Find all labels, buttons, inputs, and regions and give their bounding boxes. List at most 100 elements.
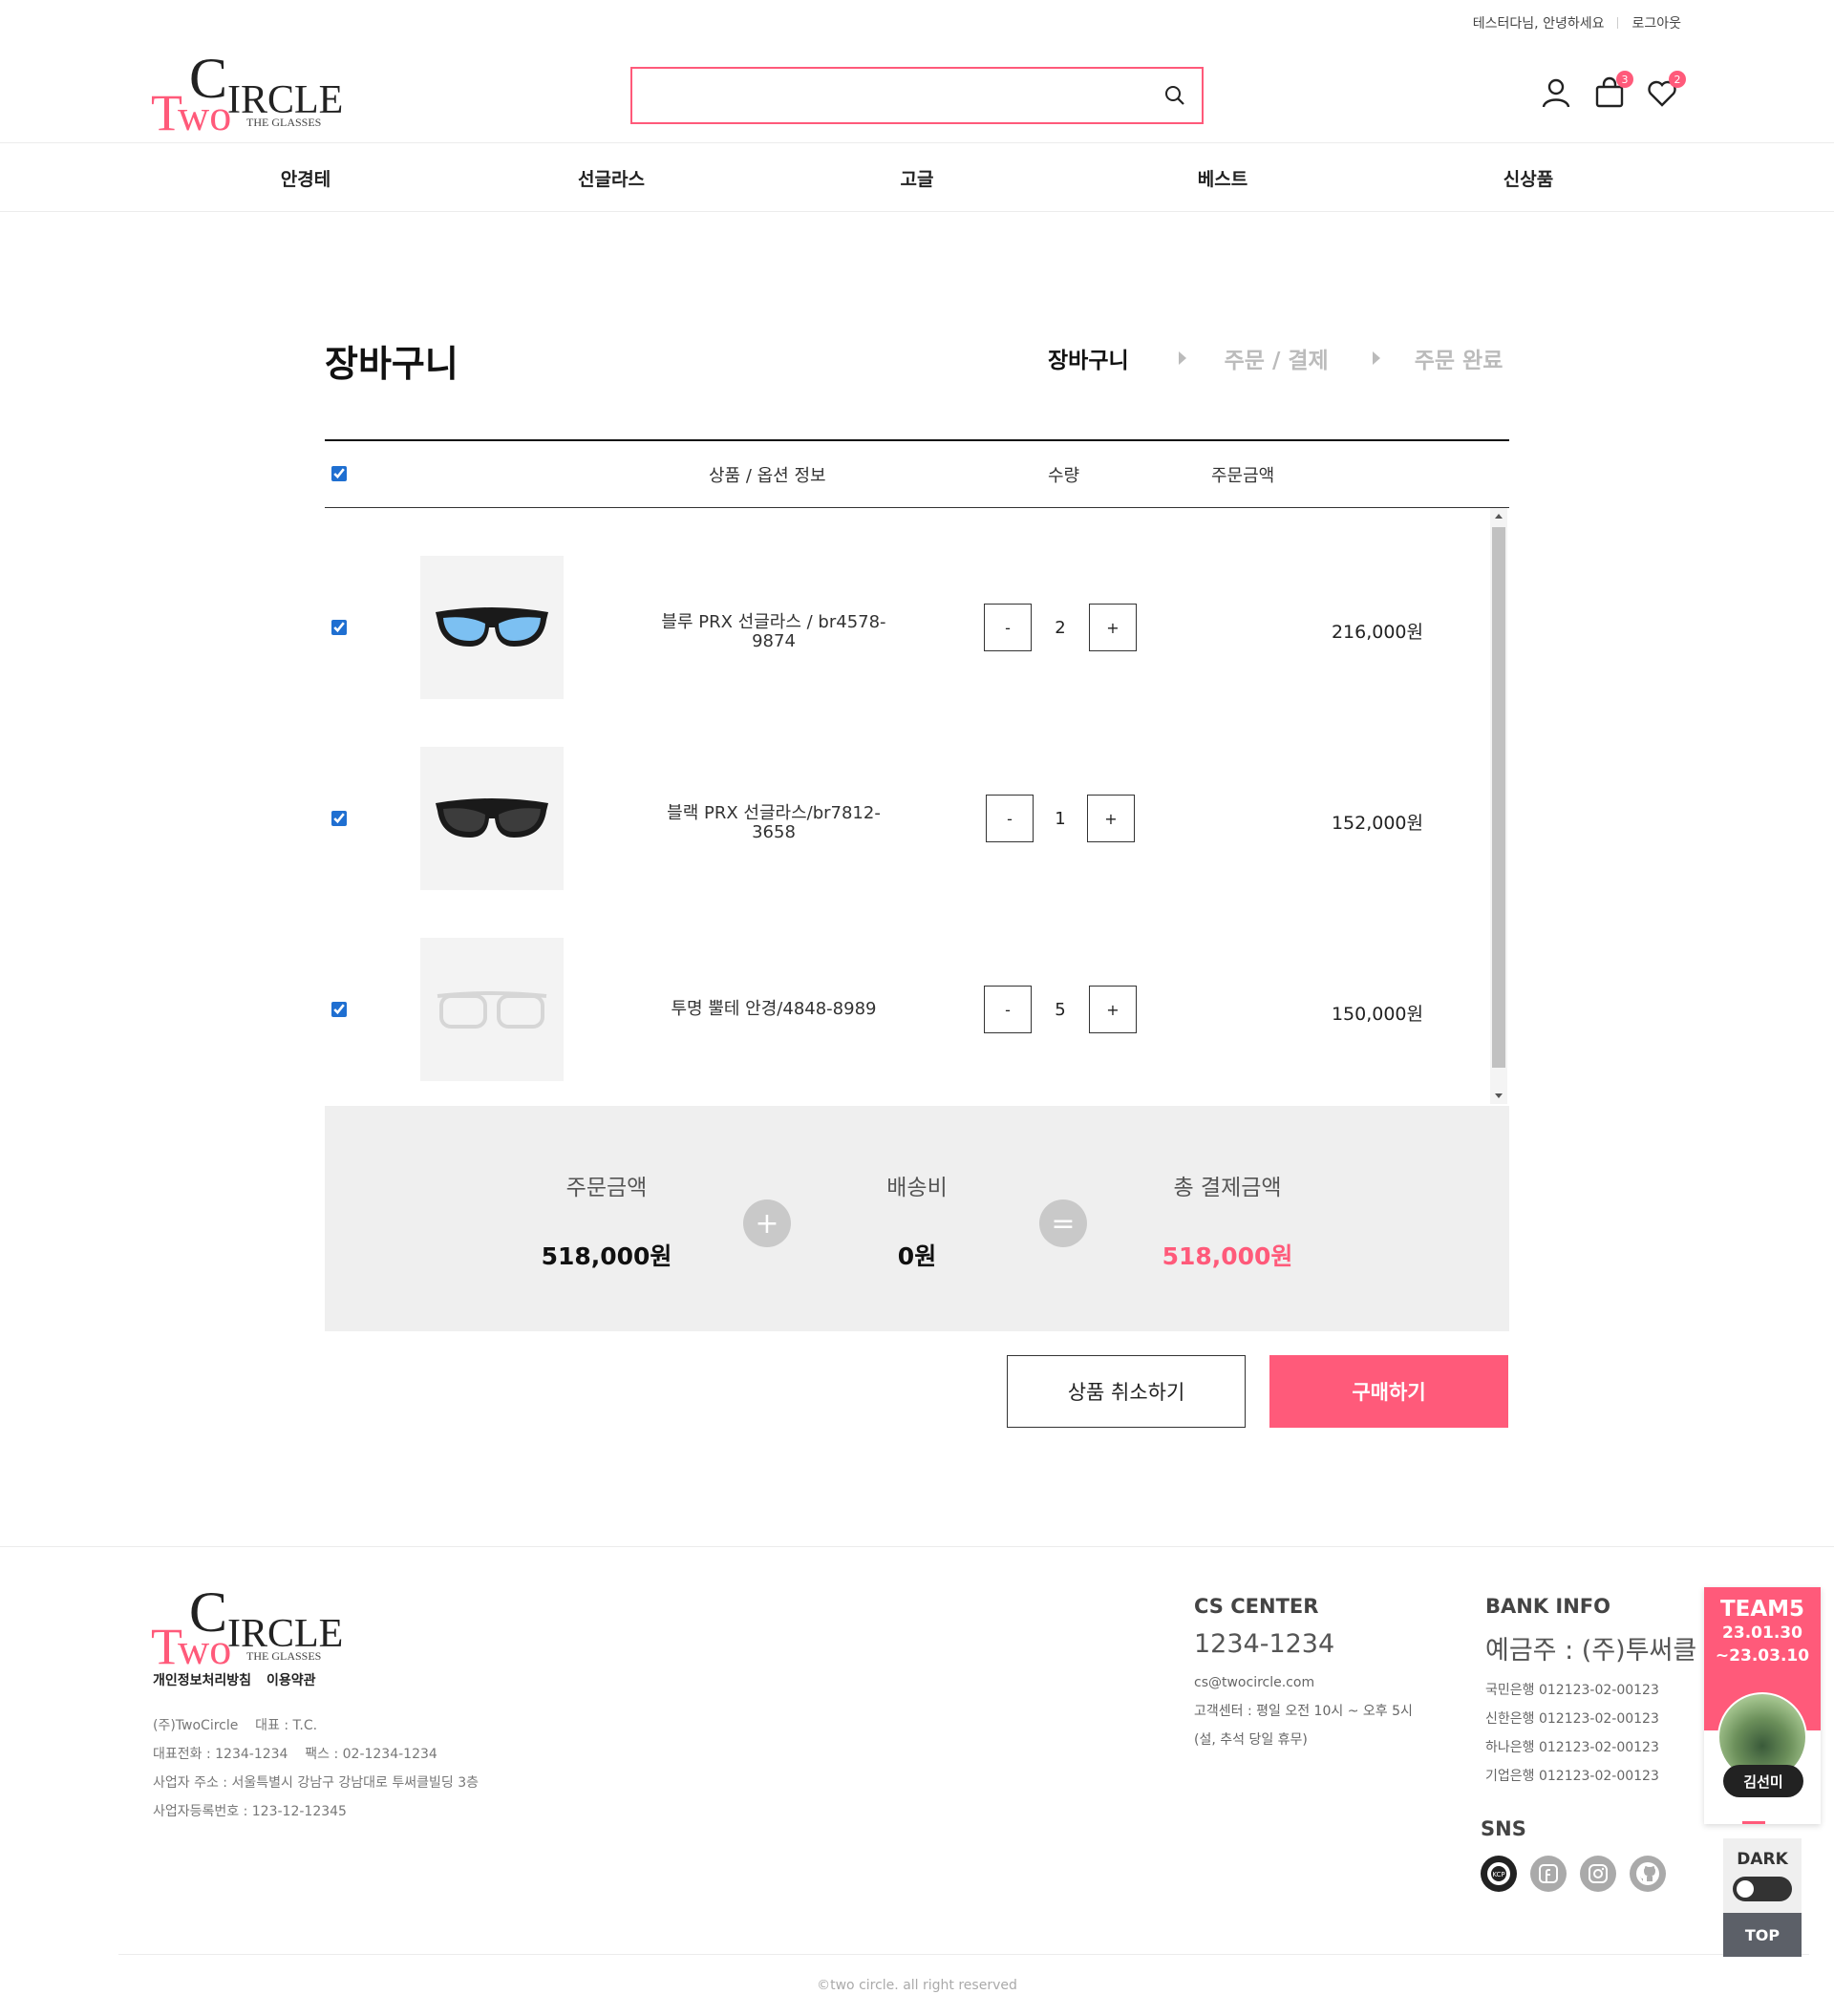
sns-links: KCP [1481, 1856, 1666, 1892]
product-name[interactable]: 블랙 PRX 선글라스/br7812-3658 [650, 804, 898, 842]
cs-center: CS CENTER 1234-1234 cs@twocircle.com 고객센… [1194, 1595, 1413, 1754]
footer-logo[interactable]: T wo C IRCLE THE GLASSES [151, 1591, 342, 1671]
item-checkbox[interactable] [331, 620, 347, 635]
company-line: (주)TwoCircle 대표 : T.C. [153, 1718, 318, 1733]
facebook-icon[interactable] [1530, 1856, 1567, 1892]
scroll-down-icon[interactable] [1495, 1093, 1503, 1098]
divider [1617, 17, 1619, 29]
bank-line: 국민은행 012123-02-00123 [1485, 1683, 1659, 1698]
step-cart: 장바구니 [1048, 349, 1129, 373]
svg-text:THE GLASSES: THE GLASSES [246, 116, 321, 129]
qty-increase-button[interactable]: + [1087, 795, 1135, 842]
logout-link[interactable]: 로그아웃 [1631, 13, 1681, 32]
dark-mode-toggle[interactable] [1733, 1877, 1792, 1901]
toggle-knob [1737, 1880, 1754, 1898]
nav-item-new[interactable]: 신상품 [1376, 143, 1681, 212]
step-arrow-icon [1372, 351, 1380, 365]
step-checkout: 주문 / 결제 [1224, 349, 1329, 373]
column-amount: 주문금액 [1211, 466, 1275, 486]
page-title: 장바구니 [325, 343, 458, 385]
team-date-end: ~23.03.10 [1715, 1646, 1810, 1666]
site-logo[interactable]: T wo C IRCLE THE GLASSES [151, 57, 342, 138]
shipping-block: 배송비 0원 [793, 1169, 1041, 1272]
terms-link[interactable]: 이용약관 [267, 1670, 316, 1689]
scroll-up-icon[interactable] [1495, 514, 1503, 519]
company-line: 사업자등록번호 : 123-12-12345 [153, 1804, 347, 1819]
svg-text:C: C [189, 1591, 227, 1644]
qty-decrease-button[interactable]: - [984, 604, 1032, 651]
privacy-policy-link[interactable]: 개인정보처리방침 [153, 1670, 251, 1689]
blue-sunglasses-icon [436, 607, 548, 647]
product-image[interactable] [420, 556, 564, 699]
cart-item-list[interactable]: 블루 PRX 선글라스 / br4578-9874 - 2 + 216,000원… [325, 508, 1509, 1104]
scroll-top-button[interactable]: TOP [1723, 1913, 1802, 1957]
product-name[interactable]: 블루 PRX 선글라스 / br4578-9874 [650, 613, 898, 651]
main-nav: 안경테 선글라스 고글 베스트 신상품 [0, 143, 1834, 212]
order-summary: 주문금액 518,000원 + 배송비 0원 = 총 결제금액 518,000원 [325, 1106, 1509, 1331]
nav-item-best[interactable]: 베스트 [1070, 143, 1376, 212]
step-arrow-icon [1178, 351, 1186, 365]
order-amount-label: 주문금액 [565, 1176, 648, 1200]
cs-phone: 1234-1234 [1194, 1629, 1335, 1659]
company-info: (주)TwoCircle 대표 : T.C. 대표전화 : 1234-1234 … [153, 1711, 479, 1826]
black-sunglasses-icon [436, 798, 548, 838]
qty-increase-button[interactable]: + [1089, 986, 1137, 1033]
search-icon[interactable] [1163, 84, 1186, 107]
my-page-button[interactable] [1540, 76, 1572, 109]
qty-decrease-button[interactable]: - [984, 986, 1032, 1033]
copyright: ©two circle. all right reserved [817, 1978, 1017, 1993]
logo-graphic: T wo C IRCLE THE GLASSES [151, 57, 342, 138]
select-all-checkbox[interactable] [331, 466, 347, 481]
product-image[interactable] [420, 938, 564, 1081]
footer-bottom-divider [118, 1954, 1809, 1955]
product-image[interactable] [420, 747, 564, 890]
nav-item-sunglasses[interactable]: 선글라스 [458, 143, 764, 212]
bank-title: BANK INFO [1485, 1595, 1611, 1618]
search-box [630, 67, 1204, 124]
wishlist-button[interactable]: 2 [1646, 71, 1686, 109]
search-input[interactable] [632, 69, 1129, 122]
equals-icon: = [1039, 1199, 1087, 1247]
item-price: 152,000원 [1331, 813, 1423, 834]
cart-item-row: 블랙 PRX 선글라스/br7812-3658 - 1 + 152,000원 [325, 747, 1490, 938]
team-date-start: 23.01.30 [1722, 1623, 1802, 1643]
cancel-items-button[interactable]: 상품 취소하기 [1007, 1355, 1246, 1428]
qty-increase-button[interactable]: + [1089, 604, 1137, 651]
order-amount-value: 518,000원 [541, 1242, 672, 1270]
company-line: 사업자 주소 : 서울특별시 강남구 강남대로 투써클빌딩 3층 [153, 1775, 480, 1791]
cart-list-scrollbar[interactable] [1490, 508, 1507, 1104]
github-icon[interactable] [1630, 1856, 1666, 1892]
shipping-value: 0원 [897, 1242, 937, 1270]
svg-text:THE GLASSES: THE GLASSES [246, 1649, 321, 1663]
total-label: 총 결제금액 [1173, 1176, 1282, 1200]
qty-decrease-button[interactable]: - [986, 795, 1034, 842]
bank-line: 기업은행 012123-02-00123 [1485, 1769, 1659, 1784]
buy-button[interactable]: 구매하기 [1269, 1355, 1508, 1428]
dark-mode-label: DARK [1737, 1850, 1788, 1869]
cs-info: cs@twocircle.com 고객센터 : 평일 오전 10시 ~ 오후 5… [1194, 1668, 1413, 1754]
nav-divider [0, 211, 1834, 212]
cs-title: CS CENTER [1194, 1595, 1319, 1618]
cs-line: (설, 추석 당일 휴무) [1194, 1732, 1308, 1748]
item-checkbox[interactable] [331, 811, 347, 826]
clear-glasses-icon [437, 991, 547, 1029]
user-icon [1542, 78, 1570, 108]
footer-divider [0, 1546, 1834, 1547]
item-price: 216,000원 [1331, 622, 1423, 643]
nav-item-goggles[interactable]: 고글 [764, 143, 1070, 212]
order-amount-block: 주문금액 518,000원 [482, 1169, 731, 1272]
member-name[interactable]: 김선미 [1723, 1765, 1803, 1797]
product-name[interactable]: 투명 뿔테 안경/4848-8989 [650, 1000, 898, 1019]
plus-icon: + [743, 1199, 791, 1247]
bank-line: 신한은행 012123-02-00123 [1485, 1711, 1659, 1727]
nav-item-frames[interactable]: 안경테 [153, 143, 458, 212]
svg-text:KCP: KCP [1492, 1871, 1504, 1878]
kcp-icon[interactable]: KCP [1481, 1856, 1517, 1892]
bank-holder: 예금주 : (주)투써클 [1485, 1636, 1697, 1666]
item-price: 150,000원 [1331, 1004, 1423, 1025]
instagram-icon[interactable] [1580, 1856, 1616, 1892]
item-checkbox[interactable] [331, 1002, 347, 1017]
cart-button[interactable]: 3 [1593, 71, 1633, 109]
scroll-thumb[interactable] [1492, 527, 1505, 1068]
team-widget: TEAM5 23.01.30 ~23.03.10 김선미 [1704, 1587, 1821, 1824]
